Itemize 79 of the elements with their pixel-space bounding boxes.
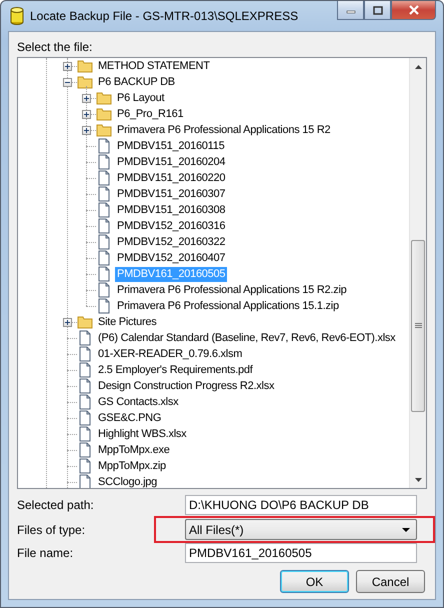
ok-button[interactable]: OK <box>280 570 349 593</box>
window-title: Locate Backup File - GS-MTR-013\SQLEXPRESS <box>30 9 298 23</box>
file-icon <box>96 218 112 234</box>
file-item[interactable]: PMDBV151_20160204 <box>115 154 228 170</box>
folder-item[interactable]: Site Pictures <box>96 314 158 330</box>
scroll-down-icon[interactable] <box>414 478 422 482</box>
expand-icon[interactable] <box>63 318 72 326</box>
file-item[interactable]: MppToMpx.exe <box>96 442 172 458</box>
file-icon <box>77 362 93 378</box>
folder-item[interactable]: P6_Pro_R161 <box>115 106 186 122</box>
file-icon <box>96 202 112 218</box>
file-item[interactable]: MppToMpx.zip <box>96 458 168 474</box>
folder-icon <box>96 107 112 121</box>
text-field[interactable]: PMDBV161_20160505 <box>185 543 417 563</box>
folder-icon <box>77 75 93 89</box>
file-item[interactable]: GSE&C.PNG <box>96 410 164 426</box>
folder-item[interactable]: P6 BACKUP DB <box>96 74 177 90</box>
expand-icon[interactable] <box>82 126 91 134</box>
file-icon <box>96 154 112 170</box>
file-item[interactable]: PMDBV151_20160308 <box>115 202 228 218</box>
file-icon <box>77 346 93 362</box>
scrollbar[interactable] <box>409 58 426 488</box>
file-item[interactable]: PMDBV151_20160115 <box>115 138 226 154</box>
folder-item[interactable]: P6 Layout <box>115 90 166 106</box>
file-item[interactable]: PMDBV152_20160322 <box>115 234 228 250</box>
folder-icon <box>96 91 112 105</box>
scroll-thumb[interactable] <box>411 240 425 412</box>
folder-icon <box>77 315 93 329</box>
database-icon <box>10 7 24 25</box>
collapse-icon[interactable] <box>63 78 72 86</box>
folder-icon <box>77 59 93 73</box>
file-icon <box>96 138 112 154</box>
field-label: File name: <box>17 546 74 560</box>
maximize-icon <box>372 6 382 14</box>
file-item[interactable]: PMDBV152_20160407 <box>115 250 228 266</box>
expand-icon[interactable] <box>82 110 91 118</box>
file-icon <box>77 442 93 458</box>
maximize-button[interactable] <box>364 1 391 20</box>
file-item[interactable]: Primavera P6 Professional Applications 15.1.zip <box>115 298 341 314</box>
field-label: Files of type: <box>17 522 86 536</box>
file-icon <box>96 298 112 314</box>
file-icon <box>77 330 93 346</box>
folder-item[interactable]: Primavera P6 Professional Applications 15 R2 <box>115 122 332 138</box>
expand-icon[interactable] <box>82 94 91 102</box>
file-item[interactable]: Highlight WBS.xlsx <box>96 426 188 442</box>
tree-label: Select the file: <box>17 40 94 54</box>
file-icon <box>96 186 112 202</box>
expand-icon[interactable] <box>63 62 72 70</box>
file-item[interactable]: 2.5 Employer's Requirements.pdf <box>96 362 255 378</box>
text-field[interactable]: D:\KHUONG DO\P6 BACKUP DB <box>185 495 417 515</box>
file-icon <box>77 394 93 410</box>
cancel-button[interactable]: Cancel <box>356 570 425 593</box>
file-item[interactable]: GS Contacts.xlsx <box>96 394 180 410</box>
file-icon <box>77 378 93 394</box>
file-item[interactable]: SCClogo.jpg <box>96 474 160 488</box>
file-icon <box>96 234 112 250</box>
close-button[interactable] <box>391 1 436 20</box>
folder-icon <box>96 123 112 137</box>
minimize-button[interactable] <box>337 1 364 20</box>
scroll-up-icon[interactable] <box>414 64 422 68</box>
file-icon <box>77 410 93 426</box>
file-icon <box>96 282 112 298</box>
type-dropdown[interactable]: All Files(*) <box>185 519 417 540</box>
file-item[interactable]: (P6) Calendar Standard (Baseline, Rev7, Rev6, Rev6-EOT).xlsx <box>96 330 398 346</box>
file-item[interactable]: Design Construction Progress R2.xlsx <box>96 378 276 394</box>
dropdown-caret-icon <box>402 528 410 532</box>
file-item[interactable]: PMDBV151_20160307 <box>115 186 228 202</box>
file-icon <box>77 426 93 442</box>
file-icon <box>96 250 112 266</box>
field-label: Selected path: <box>17 498 95 512</box>
file-item[interactable]: PMDBV151_20160220 <box>115 170 228 186</box>
file-icon <box>96 266 112 282</box>
close-icon <box>408 5 420 15</box>
file-icon <box>77 458 93 474</box>
folder-item[interactable]: METHOD STATEMENT <box>96 58 212 74</box>
file-icon <box>96 170 112 186</box>
file-item[interactable]: 01-XER-READER_0.79.6.xlsm <box>96 346 244 362</box>
file-item[interactable]: PMDBV152_20160316 <box>115 218 228 234</box>
file-item[interactable]: Primavera P6 Professional Applications 15 R2.zip <box>115 282 349 298</box>
